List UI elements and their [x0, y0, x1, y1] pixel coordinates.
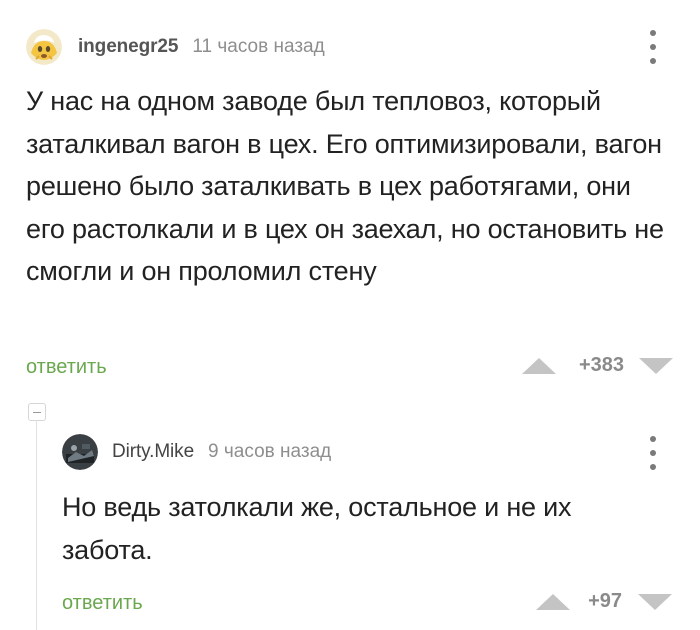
score: +383 [578, 354, 624, 376]
reply-button[interactable]: ответить [26, 356, 107, 379]
dot [650, 44, 656, 50]
score: +97 [588, 590, 622, 612]
photo-avatar-icon [62, 434, 98, 470]
frightened-emoji-icon [26, 29, 62, 65]
comment-header: Dirty.Mike 9 часов назад [62, 434, 331, 470]
comment-text: Но ведь затолкали же, остальное и не их … [62, 492, 572, 565]
dot [650, 30, 656, 36]
dot [650, 464, 656, 470]
more-options-icon[interactable] [648, 436, 658, 470]
username[interactable]: ingenegr25 [78, 36, 178, 58]
reply-button[interactable]: ответить [62, 592, 143, 615]
comment: ingenegr25 11 часов назад У нас на одном… [0, 0, 700, 400]
username[interactable]: Dirty.Mike [112, 441, 194, 463]
timestamp: 11 часов назад [192, 36, 325, 57]
dot [650, 450, 656, 456]
dot [650, 436, 656, 442]
comment-header: ingenegr25 11 часов назад [26, 28, 325, 66]
upvote-icon[interactable] [536, 593, 570, 610]
comment-text: У нас на одном заводе был тепловоз, кото… [26, 86, 664, 286]
more-options-icon[interactable] [648, 30, 658, 64]
avatar[interactable] [26, 29, 62, 65]
vote-controls: +97 [536, 590, 672, 613]
vote-controls: +383 [522, 354, 673, 377]
reply-comment: Dirty.Mike 9 часов назад Но ведь затолка… [0, 400, 700, 630]
timestamp: 9 часов назад [208, 441, 332, 462]
downvote-icon[interactable] [638, 593, 672, 610]
dot [650, 58, 656, 64]
upvote-icon[interactable] [522, 357, 556, 374]
avatar[interactable] [62, 434, 98, 470]
downvote-icon[interactable] [639, 357, 673, 374]
